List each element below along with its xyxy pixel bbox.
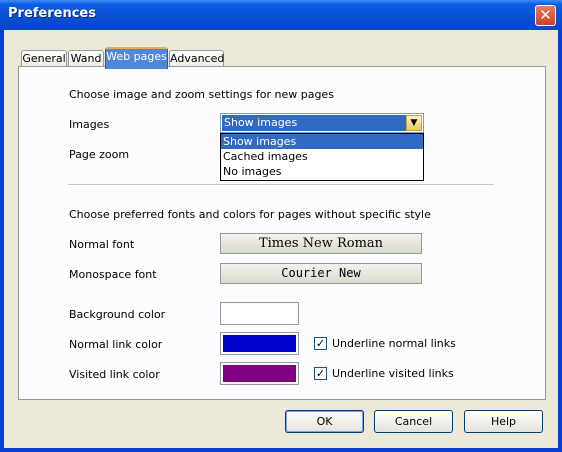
visited-link-color-label: Visited link color bbox=[69, 368, 160, 381]
fonts-section-heading: Choose preferred fonts and colors for pa… bbox=[69, 208, 431, 221]
tab-web-pages[interactable]: Web pages bbox=[105, 47, 168, 69]
normal-link-color-swatch[interactable] bbox=[220, 332, 299, 355]
images-option-cached[interactable]: Cached images bbox=[221, 149, 423, 164]
images-option-show[interactable]: Show images bbox=[221, 134, 423, 149]
images-select[interactable]: Show images ▼ bbox=[220, 113, 424, 133]
help-button[interactable]: Help bbox=[464, 410, 543, 433]
dropdown-arrow-icon[interactable]: ▼ bbox=[406, 115, 422, 131]
ok-button[interactable]: OK bbox=[285, 410, 364, 433]
visited-link-color-fill bbox=[223, 365, 296, 382]
images-select-value: Show images bbox=[222, 115, 406, 131]
section-divider bbox=[68, 184, 494, 186]
normal-link-color-label: Normal link color bbox=[69, 338, 163, 351]
web-pages-panel: Choose image and zoom settings for new p… bbox=[18, 66, 546, 400]
underline-normal-label[interactable]: Underline normal links bbox=[332, 337, 456, 350]
cancel-button[interactable]: Cancel bbox=[374, 410, 453, 433]
underline-visited-checkbox[interactable]: ✓ bbox=[314, 367, 327, 380]
checkmark-icon: ✓ bbox=[315, 337, 326, 350]
mono-font-button[interactable]: Courier New bbox=[220, 263, 422, 284]
window-title: Preferences bbox=[8, 6, 96, 21]
mono-font-label: Monospace font bbox=[69, 268, 157, 281]
dialog-body: General Wand Web pages Advanced Choose i… bbox=[4, 30, 558, 448]
title-bar[interactable]: Preferences ✕ bbox=[0, 0, 562, 30]
checkmark-icon: ✓ bbox=[315, 367, 326, 380]
images-dropdown-list: Show images Cached images No images bbox=[220, 133, 424, 181]
page-zoom-label: Page zoom bbox=[69, 148, 130, 161]
underline-normal-checkbox[interactable]: ✓ bbox=[314, 337, 327, 350]
bg-color-fill bbox=[223, 305, 296, 322]
preferences-window: Preferences ✕ General Wand Web pages Adv… bbox=[0, 0, 562, 452]
normal-font-button[interactable]: Times New Roman bbox=[220, 233, 422, 254]
close-icon: ✕ bbox=[539, 6, 552, 24]
bg-color-swatch[interactable] bbox=[220, 302, 299, 325]
bg-color-label: Background color bbox=[69, 308, 166, 321]
images-option-none[interactable]: No images bbox=[221, 164, 423, 179]
normal-link-color-fill bbox=[223, 335, 296, 352]
images-label: Images bbox=[69, 118, 110, 131]
zoom-section-heading: Choose image and zoom settings for new p… bbox=[69, 88, 334, 101]
close-button[interactable]: ✕ bbox=[535, 5, 556, 26]
visited-link-color-swatch[interactable] bbox=[220, 362, 299, 385]
underline-visited-label[interactable]: Underline visited links bbox=[332, 367, 454, 380]
normal-font-label: Normal font bbox=[69, 238, 135, 251]
